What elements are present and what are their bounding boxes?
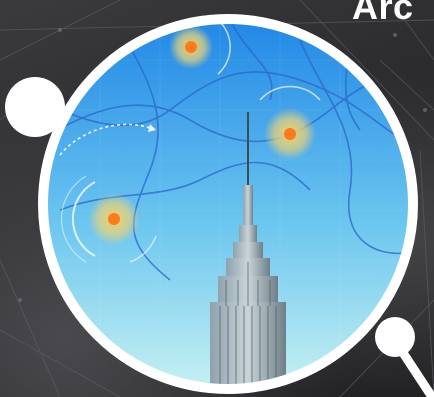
handle-knob bbox=[375, 317, 415, 357]
magnifying-glass-icon bbox=[5, 14, 434, 397]
